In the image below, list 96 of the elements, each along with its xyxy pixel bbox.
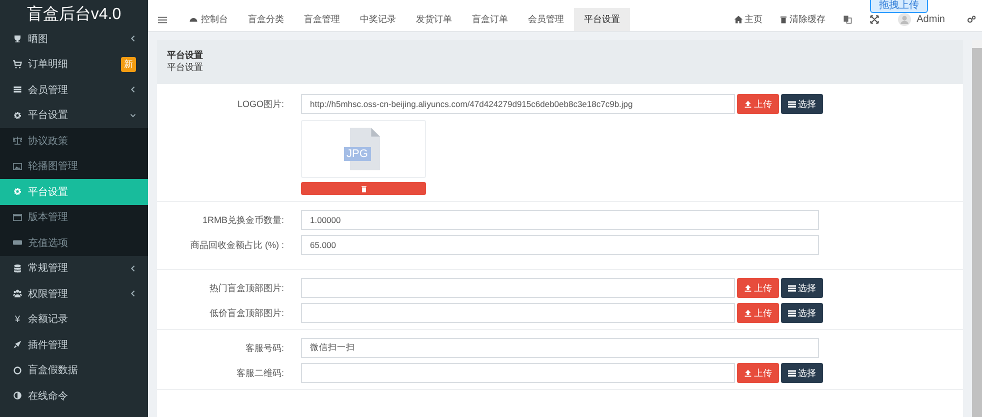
sidebar-item[interactable]: 平台设置 — [0, 102, 148, 128]
sidebar-item[interactable]: 协议政策 — [0, 128, 148, 154]
choose-button[interactable]: 选择 — [781, 363, 823, 383]
upload-icon — [744, 284, 752, 292]
list-icon — [788, 369, 796, 377]
input-field[interactable] — [301, 303, 735, 323]
nav-link[interactable]: 主页 — [726, 13, 771, 26]
sidebar-item-label: 权限管理 — [28, 288, 69, 301]
menu-icon[interactable] — [158, 16, 167, 24]
input-field[interactable]: 微信扫一扫 — [301, 338, 819, 358]
sidebar-item[interactable]: 常规管理 — [0, 256, 148, 281]
field-label: LOGO图片: — [236, 98, 284, 111]
sidebar-item-label: 盲盒假数据 — [28, 364, 79, 378]
upload-icon — [744, 100, 752, 108]
sidebar-item[interactable]: 在线命令 — [0, 383, 148, 408]
sidebar-item-label: 常规管理 — [28, 262, 69, 276]
cart-icon — [13, 60, 22, 69]
sidebar-item[interactable]: 轮播图管理 — [0, 154, 148, 179]
sidebar-item[interactable]: 权限管理 — [0, 281, 148, 306]
half-circle-icon — [13, 391, 22, 400]
users-icon — [13, 289, 22, 298]
field-label: 热门盲盒顶部图片: — [208, 282, 284, 295]
nav-tab[interactable]: 盲盒管理 — [294, 8, 350, 31]
gear-icon — [13, 187, 22, 196]
upload-icon — [744, 369, 752, 377]
nav-tab[interactable]: 会员管理 — [518, 8, 574, 31]
fullscreen-icon[interactable] — [870, 15, 879, 24]
sidebar-item-label: 会员管理 — [28, 84, 69, 97]
list-icon — [788, 284, 796, 292]
sidebar-item[interactable]: 盲盒假数据 — [0, 358, 148, 383]
upload-button[interactable]: 上传 — [737, 278, 779, 298]
list-icon — [788, 100, 796, 108]
sidebar-item-label: 晒图 — [28, 32, 49, 46]
delete-button[interactable] — [301, 182, 426, 195]
gears-icon[interactable] — [967, 15, 976, 24]
field-label: 低价盲盒顶部图片: — [208, 307, 284, 320]
input-field[interactable] — [301, 278, 735, 298]
choose-button[interactable]: 选择 — [781, 94, 823, 114]
circle-icon — [13, 366, 22, 375]
upload-button[interactable]: 上传 — [737, 363, 779, 383]
trophy-icon — [13, 34, 22, 44]
list-icon — [13, 85, 22, 94]
sidebar-item-label: 平台设置 — [28, 108, 69, 122]
avatar[interactable] — [898, 13, 911, 26]
input-field[interactable]: 1.00000 — [301, 210, 819, 230]
panel-subtitle: 平台设置 — [167, 61, 204, 73]
sidebar-item-label: 充值选项 — [28, 236, 69, 250]
nav-tab[interactable]: 盲盒订单 — [462, 8, 518, 31]
sidebar-item[interactable]: ¥ 余额记录 — [0, 306, 148, 332]
scale-icon — [13, 136, 22, 146]
sidebar-item-label: 平台设置 — [28, 186, 69, 199]
sidebar-item[interactable]: 插件管理 — [0, 332, 148, 358]
sidebar-item-label: 插件管理 — [28, 338, 69, 352]
trash-icon — [778, 15, 788, 24]
upload-button[interactable]: 上传 — [737, 303, 779, 323]
nav-link[interactable]: 清除缓存 — [770, 13, 834, 26]
home-icon — [734, 15, 743, 24]
new-badge: 新 — [121, 56, 136, 72]
input-field[interactable]: http://h5mhsc.oss-cn-beijing.aliyuncs.com/47d424279d915c6deb0eb8c3e18c7c9b.jpg — [301, 94, 735, 114]
choose-button[interactable]: 选择 — [781, 303, 823, 323]
panel-title: 平台设置 — [167, 49, 204, 61]
field-label: 客服号码: — [244, 342, 284, 355]
sidebar-item[interactable]: 晒图 — [0, 26, 148, 52]
sidebar-item[interactable]: 充值选项 — [0, 230, 148, 256]
sidebar-item[interactable]: 订单明细 新 — [0, 52, 148, 77]
sidebar-item-label: 协议政策 — [28, 134, 69, 148]
sidebar-item-label: 版本管理 — [28, 210, 69, 224]
trash-icon — [360, 184, 368, 192]
sidebar-item[interactable]: 会员管理 — [0, 77, 148, 102]
sidebar-item[interactable]: 版本管理 — [0, 204, 148, 230]
field-label: 客服二维码: — [235, 367, 284, 380]
database-icon — [13, 264, 22, 273]
nav-tab[interactable]: 盲盒分类 — [238, 8, 294, 31]
user-name[interactable]: Admin — [916, 14, 945, 25]
nav-tab[interactable]: 发货订单 — [406, 8, 462, 31]
card-icon — [13, 238, 22, 248]
list-icon — [788, 309, 796, 317]
sidebar-item-label: 在线命令 — [28, 390, 69, 403]
nav-tab[interactable]: 控制台 — [179, 8, 238, 31]
input-field[interactable]: 65.000 — [301, 235, 819, 255]
sidebar-item-label: 订单明细 — [28, 58, 69, 72]
field-label: 商品回收金额占比 (%) : — [190, 239, 284, 252]
sidebar-item-label: 轮播图管理 — [28, 160, 79, 174]
choose-button[interactable]: 选择 — [781, 278, 823, 298]
nav-tab[interactable]: 平台设置 — [574, 8, 630, 31]
gear-icon — [13, 110, 22, 120]
input-field[interactable] — [301, 363, 735, 383]
window-icon — [13, 212, 22, 222]
field-label: 1RMB兑换金币数量: — [201, 214, 284, 227]
nav-tab[interactable]: 中奖记录 — [350, 8, 406, 31]
upload-button[interactable]: 上传 — [737, 94, 779, 114]
picture-icon — [13, 162, 22, 171]
sidebar-item-label: 余额记录 — [28, 312, 69, 326]
drag-upload-badge[interactable]: 拖拽上传 — [870, 0, 928, 13]
yen-icon: ¥ — [13, 314, 22, 324]
upload-icon — [744, 309, 752, 317]
